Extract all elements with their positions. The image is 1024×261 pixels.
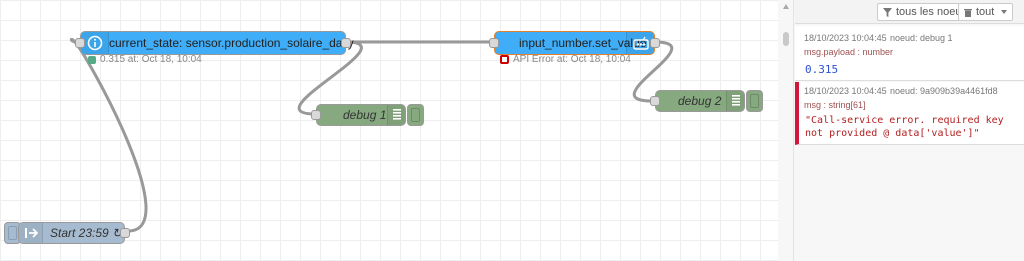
trash-icon (964, 8, 972, 17)
scroll-thumb[interactable] (783, 32, 789, 46)
clear-all-button[interactable]: tout (958, 3, 1014, 21)
node-label: debug 2 (678, 94, 722, 108)
chevron-down-icon (1001, 10, 1008, 14)
node-label: Start 23:59 ↻ (50, 226, 123, 240)
debug1-toggle-button[interactable] (407, 104, 424, 126)
output-port[interactable] (650, 38, 660, 48)
message-timestamp: 18/10/2023 10:04:45 (804, 33, 887, 43)
status-ring-red (500, 55, 509, 64)
current-state-status: 0.315 at: Oct 18, 10:04 (88, 54, 202, 65)
input-port[interactable] (75, 38, 85, 48)
message-value[interactable]: 0.315 (805, 63, 838, 76)
message-timestamp: 18/10/2023 10:04:45 (804, 86, 887, 96)
node-red-editor: current_state: sensor.production_solaire… (0, 0, 1024, 261)
status-text: API Error at: Oct 18, 10:04 (513, 54, 631, 65)
clear-all-label: tout (976, 6, 995, 18)
node-label: current_state: sensor.production_solaire… (109, 36, 354, 50)
debug1-node[interactable]: debug 1 (311, 104, 406, 126)
input-port[interactable] (311, 110, 321, 120)
input-port[interactable] (489, 38, 499, 48)
message-type: msg : string[61] (804, 100, 866, 110)
current-state-node[interactable]: current_state: sensor.production_solaire… (75, 31, 354, 55)
debug2-toggle-button[interactable] (746, 90, 763, 112)
debug2-node[interactable]: debug 2 (650, 90, 745, 112)
list-lines-icon (387, 105, 405, 125)
message-node[interactable]: noeud: debug 1 (890, 33, 953, 43)
debug-toolbar: tous les noeuds tout (795, 0, 1024, 24)
input-number-node[interactable]: input_number.set_value (489, 31, 660, 55)
info-circle-icon (81, 32, 109, 54)
debug-message[interactable]: 18/10/2023 10:04:45 noeud: debug 1 msg.p… (795, 26, 1024, 81)
input-number-status: API Error at: Oct 18, 10:04 (500, 54, 631, 65)
status-dot-green (88, 55, 96, 64)
status-text: 0.315 at: Oct 18, 10:04 (100, 54, 202, 65)
output-port[interactable] (120, 228, 130, 238)
debug-message-error[interactable]: 18/10/2023 10:04:45 noeud: 9a909b39a4461… (795, 82, 1024, 145)
list-lines-icon (726, 91, 744, 111)
scroll-up-arrow-icon[interactable] (783, 4, 789, 9)
flow-workspace[interactable]: current_state: sensor.production_solaire… (0, 0, 778, 261)
inject-node[interactable]: Start 23:59 ↻ (18, 222, 130, 244)
arrow-right-icon (19, 223, 43, 243)
message-type: msg.payload : number (804, 47, 894, 57)
message-node[interactable]: noeud: 9a909b39a4461fd8 (890, 86, 998, 96)
output-port[interactable] (341, 38, 351, 48)
node-label: debug 1 (343, 108, 387, 122)
input-port[interactable] (650, 96, 660, 106)
wire-inject-to-current-state (73, 41, 148, 233)
message-value[interactable]: "Call-service error. required key not pr… (805, 114, 1004, 140)
filter-icon (883, 7, 892, 17)
